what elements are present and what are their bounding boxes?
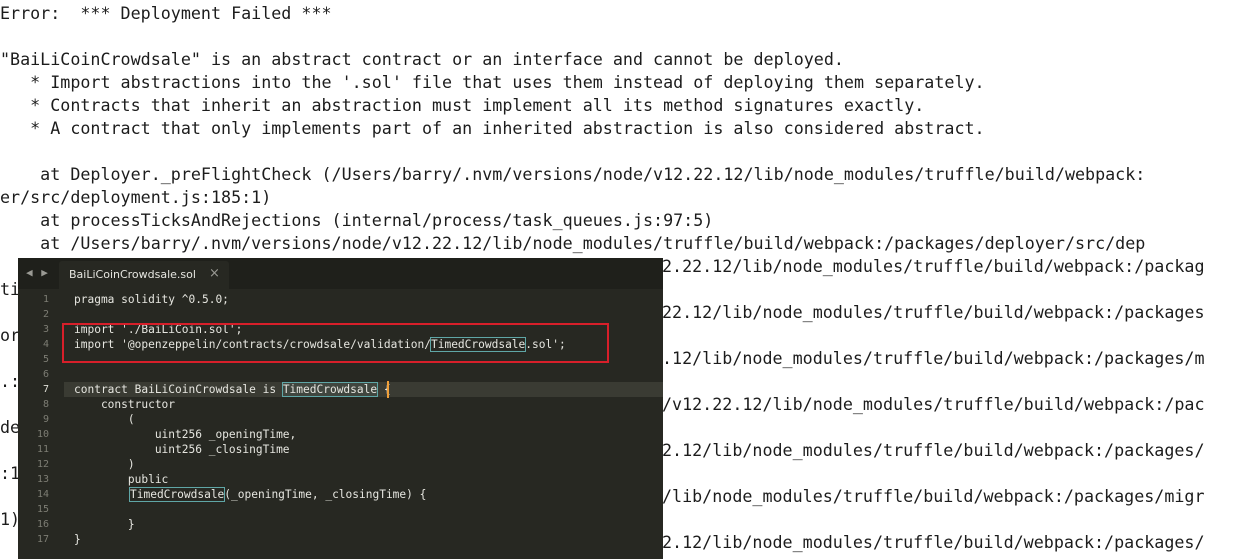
terminal-line: at processTicksAndRejections (internal/p…: [0, 210, 714, 230]
annotation-highlight-box: [62, 323, 609, 363]
line-number: 13: [36, 474, 49, 485]
terminal-fragment: 22.12/lib/node_modules/truffle/build/web…: [662, 302, 1205, 322]
selected-word: TimedCrowdsale: [281, 382, 379, 397]
terminal-fragment: .12/lib/node_modules/truffle/build/webpa…: [662, 348, 1205, 368]
line-number: 1: [42, 294, 49, 305]
line-number: 6: [42, 369, 49, 380]
line-number: 5: [42, 354, 49, 365]
terminal-fragment: /lib/node_modules/truffle/build/webpack:…: [662, 486, 1205, 506]
text-cursor: [387, 381, 389, 398]
terminal-line: Error: *** Deployment Failed ***: [0, 3, 332, 23]
line-number: 3: [42, 324, 49, 335]
line-number: 2: [42, 309, 49, 320]
code-line[interactable]: }: [74, 517, 135, 532]
terminal-line: "BaiLiCoinCrowdsale" is an abstract cont…: [0, 49, 844, 69]
close-icon[interactable]: ×: [209, 266, 220, 281]
code-line[interactable]: (: [74, 412, 135, 427]
code-line[interactable]: TimedCrowdsale(_openingTime, _closingTim…: [128, 487, 427, 502]
line-number: 9: [42, 414, 49, 425]
terminal-line: er/src/deployment.js:185:1): [0, 187, 272, 207]
search-match: TimedCrowdsale: [128, 487, 226, 502]
code-editor-window[interactable]: ◀ ▶ BaiLiCoinCrowdsale.sol × 1 2 3 4 5 6…: [18, 258, 663, 559]
terminal-line: * A contract that only implements part o…: [0, 118, 985, 138]
code-line[interactable]: uint256 _closingTime: [74, 442, 290, 457]
terminal-fragment: 2.22.12/lib/node_modules/truffle/build/w…: [662, 256, 1205, 276]
terminal-line: at Deployer._preFlightCheck (/Users/barr…: [0, 164, 1146, 184]
code-line[interactable]: uint256 _openingTime,: [74, 427, 296, 442]
line-number: 15: [36, 504, 49, 515]
code-line[interactable]: constructor: [74, 397, 175, 412]
code-line[interactable]: pragma solidity ^0.5.0;: [74, 292, 229, 307]
line-number: 17: [36, 534, 49, 545]
code-line[interactable]: }: [74, 532, 81, 547]
tab-nav-arrows-icon[interactable]: ◀ ▶: [26, 266, 49, 279]
tab-label: BaiLiCoinCrowdsale.sol: [69, 268, 196, 281]
terminal-fragment: 2.12/lib/node_modules/truffle/build/webp…: [662, 440, 1205, 460]
terminal-line: at /Users/barry/.nvm/versions/node/v12.2…: [0, 233, 1146, 253]
line-number: 12: [36, 459, 49, 470]
code-text: contract BaiLiCoinCrowdsale is: [74, 383, 283, 396]
code-line[interactable]: public: [74, 472, 168, 487]
line-number-current: 7: [42, 384, 49, 395]
line-number: 16: [36, 519, 49, 530]
terminal-fragment: 2.12/lib/node_modules/truffle/build/webp…: [662, 532, 1205, 552]
terminal-line: * Import abstractions into the '.sol' fi…: [0, 72, 985, 92]
line-number: 10: [36, 429, 49, 440]
line-number: 14: [36, 489, 49, 500]
line-number: 4: [42, 339, 49, 350]
tab-bailicoincrowdsale[interactable]: BaiLiCoinCrowdsale.sol ×: [59, 261, 229, 289]
tab-bar: ◀ ▶ BaiLiCoinCrowdsale.sol ×: [18, 258, 663, 289]
terminal-line: * Contracts that inherit an abstraction …: [0, 95, 925, 115]
line-number: 8: [42, 399, 49, 410]
code-line[interactable]: ): [74, 457, 135, 472]
line-number: 11: [36, 444, 49, 455]
terminal-fragment: /v12.22.12/lib/node_modules/truffle/buil…: [662, 394, 1205, 414]
code-text: (_openingTime, _closingTime) {: [224, 488, 427, 501]
code-line[interactable]: contract BaiLiCoinCrowdsale is TimedCrow…: [74, 382, 391, 397]
